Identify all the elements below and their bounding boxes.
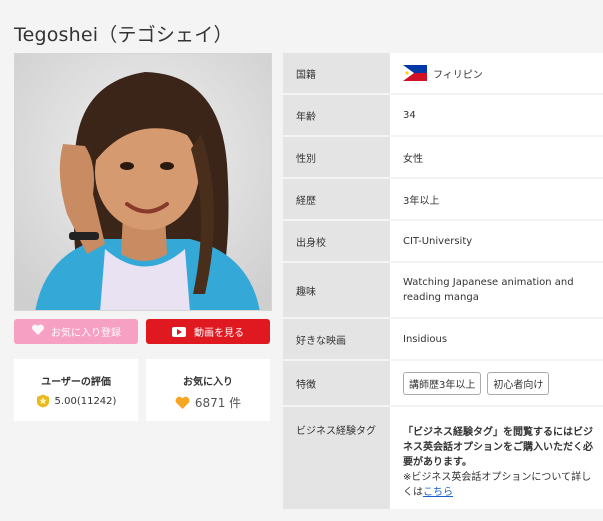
row-movie: 好きな映画 Insidious	[283, 319, 603, 361]
youtube-play-icon	[172, 326, 186, 337]
gender-label: 性別	[283, 137, 390, 177]
hobby-value: Watching Japanese animation and reading …	[390, 263, 603, 317]
row-business-tag: ビジネス経験タグ 「ビジネス経験タグ」を閲覧するにはビジネス英会話オプションをご…	[283, 407, 603, 511]
movie-value: Insidious	[390, 319, 603, 359]
age-label: 年齢	[283, 95, 390, 135]
page-title: Tegoshei（テゴシェイ）	[14, 24, 233, 46]
business-tag-label: ビジネス経験タグ	[283, 407, 390, 509]
school-label: 出身校	[283, 221, 390, 261]
rating-value: 5.00(11242)	[54, 395, 117, 407]
favorite-button-label: お気に入り登録	[51, 328, 121, 339]
row-nationality: 国籍 フィリピン	[283, 53, 603, 95]
experience-label: 経歴	[283, 179, 390, 219]
feature-tag: 講師歴3年以上	[403, 371, 482, 395]
tutor-photo	[14, 53, 272, 311]
school-value: CIT-University	[390, 221, 603, 261]
star-badge-icon	[36, 394, 50, 408]
features-label: 特徴	[283, 361, 390, 405]
rating-card: ユーザーの評価 5.00(11242)	[14, 359, 138, 421]
profile-info-table: 国籍 フィリピン 年齢 34 性別 女性 経歴 3年以上 出身校 CIT-Uni…	[283, 53, 603, 511]
row-experience: 経歴 3年以上	[283, 179, 603, 221]
row-gender: 性別 女性	[283, 137, 603, 179]
experience-value: 3年以上	[390, 179, 603, 219]
movie-label: 好きな映画	[283, 319, 390, 359]
heart-outline-icon	[31, 324, 45, 339]
row-school: 出身校 CIT-University	[283, 221, 603, 263]
favorites-label: お気に入り	[183, 377, 233, 388]
favorites-count: 6871 件	[194, 396, 242, 410]
row-hobby: 趣味 Watching Japanese animation and readi…	[283, 263, 603, 319]
philippines-flag-icon	[403, 65, 427, 81]
row-features: 特徴 講師歴3年以上 初心者向け	[283, 361, 603, 407]
favorites-card: お気に入り 6871 件	[146, 359, 270, 421]
nationality-label: 国籍	[283, 53, 390, 93]
business-tag-note: ※ビジネス英会話オプションについて詳しくはこちら	[403, 470, 593, 500]
hobby-label: 趣味	[283, 263, 390, 317]
watch-video-label: 動画を見る	[194, 328, 244, 339]
heart-icon	[175, 396, 190, 410]
business-option-link[interactable]: こちら	[423, 487, 453, 498]
feature-tag: 初心者向け	[487, 371, 550, 395]
row-age: 年齢 34	[283, 95, 603, 137]
gender-value: 女性	[390, 137, 603, 177]
favorite-button[interactable]: お気に入り登録	[14, 319, 138, 344]
business-tag-notice: 「ビジネス経験タグ」を閲覧するにはビジネス英会話オプションをご購入いただく必要が…	[403, 427, 593, 468]
watch-video-button[interactable]: 動画を見る	[146, 319, 270, 344]
rating-label: ユーザーの評価	[41, 377, 111, 388]
nationality-value: フィリピン	[433, 69, 483, 81]
age-value: 34	[390, 95, 603, 135]
